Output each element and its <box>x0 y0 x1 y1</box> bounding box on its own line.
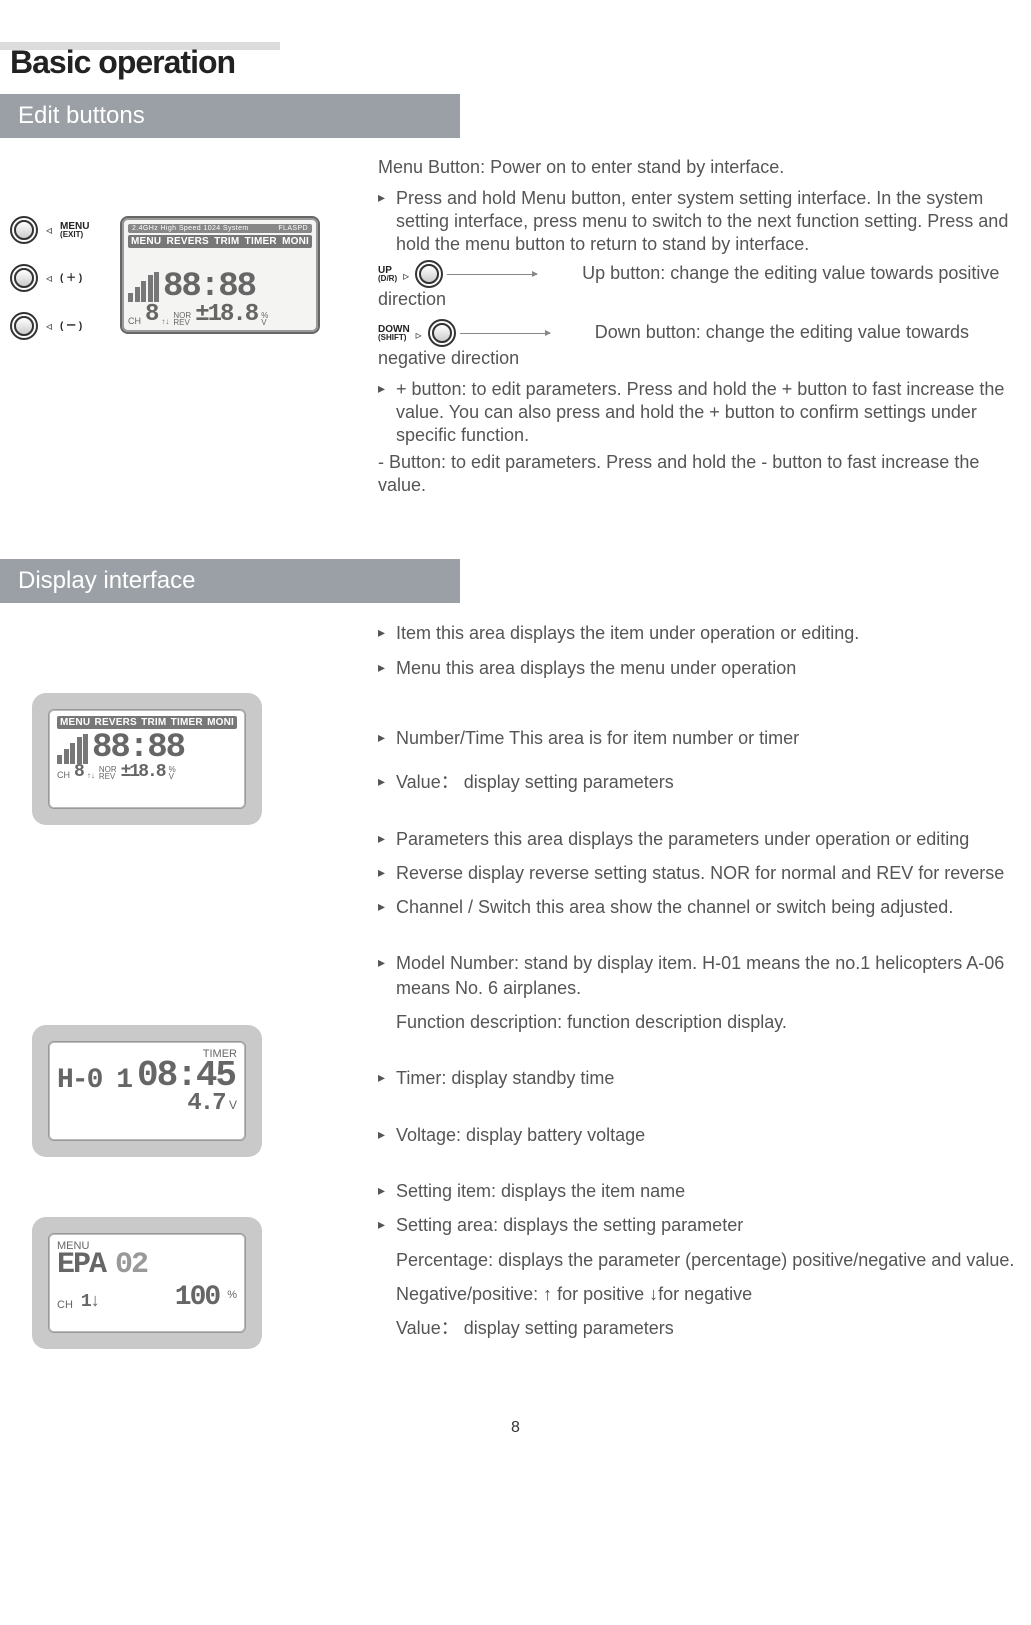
lcd2-volt: 4.7 <box>187 1090 224 1117</box>
lcd1-value: ±18.8 <box>121 764 165 780</box>
signal-bars-icon <box>128 272 159 302</box>
menu-dial-label: MENU (EXIT) <box>60 222 89 238</box>
lcd-ch-digit: 8 <box>145 304 157 326</box>
lcd1-big-time: 88:88 <box>92 733 184 764</box>
lcd-nor-rev: NOR REV <box>173 312 191 326</box>
disp-percentage: Percentage: displays the parameter (perc… <box>378 1248 1021 1272</box>
up-button-row: UP (D/R) Up button: change the editing v… <box>378 260 1021 311</box>
lcd3-num: 02 <box>115 1252 147 1279</box>
dial-stack: MENU (EXIT) ( ＋ ) ( ー ) <box>10 216 89 340</box>
disp-reverse: Reverse display reverse setting status. … <box>378 861 1021 885</box>
disp-channel: Channel / Switch this area show the chan… <box>378 895 1021 919</box>
arrow-line-icon <box>447 274 537 275</box>
lcd-panel: 2.4GHz High Speed 1024 System FLASPD MEN… <box>120 216 320 334</box>
down-label: DOWN (SHIFT) <box>378 325 410 341</box>
lcd1-pct-v: % V <box>169 766 176 780</box>
chevron-left-icon <box>44 221 54 239</box>
lcd3-value: 100 <box>175 1285 219 1310</box>
plus-dial-label: ( ＋ ) <box>60 274 82 283</box>
minus-button-text: - Button: to edit parameters. Press and … <box>378 451 1021 497</box>
page-title: Basic operation <box>10 44 235 81</box>
disp-parameters: Parameters this area displays the parame… <box>378 827 1021 851</box>
up-dial-icon[interactable] <box>415 260 443 288</box>
arrows-updown-icon: ↑↓ <box>87 771 95 780</box>
lcd2-v: V <box>229 1098 237 1112</box>
page-number: 8 <box>0 1419 1031 1437</box>
lcd2-time: 08:45 <box>137 1060 235 1092</box>
lcd3-pct: % <box>227 1289 237 1301</box>
menu-button-line: Menu Button: Power on to enter stand by … <box>378 156 1021 179</box>
lcd-ch-label: CH <box>128 316 141 326</box>
disp-number-time: Number/Time This area is for item number… <box>378 726 1021 750</box>
down-dial-icon[interactable] <box>428 319 456 347</box>
lcd-topbar-right: FLASPD <box>278 225 308 232</box>
disp-menu: Menu this area displays the menu under o… <box>378 656 1021 680</box>
disp-neg-pos: Negative/positive: ↑ for positive ↓for n… <box>378 1282 1021 1306</box>
lcd3-item: EPA <box>57 1252 105 1279</box>
section-heading-edit-buttons: Edit buttons <box>0 94 460 138</box>
lcd3-ch-arrow: 1↓ <box>81 1294 99 1310</box>
menu-button-para: Press and hold Menu button, enter system… <box>378 187 1021 256</box>
section-heading-display-interface: Display interface <box>0 559 460 603</box>
lcd-big-time: 88:88 <box>163 272 255 303</box>
edit-buttons-figure: MENU (EXIT) ( ＋ ) ( ー ) 2.4 <box>10 156 360 386</box>
lcd-value: ±18.8 <box>195 304 257 326</box>
chevron-right-icon <box>414 322 424 345</box>
arrow-line-icon <box>460 333 550 334</box>
chevron-left-icon <box>44 269 54 287</box>
lcd-frame-1: MENU REVERS TRIM TIMER MONI 88:88 CH 8 ↑… <box>32 693 262 825</box>
disp-function-desc: Function description: function descripti… <box>378 1010 1021 1034</box>
lcd-menu-row: MENU REVERS TRIM TIMER MONI <box>128 235 312 248</box>
lcd-topbar-left: 2.4GHz High Speed 1024 System <box>132 225 249 232</box>
disp-voltage: Voltage: display battery voltage <box>378 1123 1021 1147</box>
lcd1-ch-digit: 8 <box>74 764 83 780</box>
disp-value-2: Value： display setting parameters <box>378 1316 1021 1340</box>
plus-dial-icon[interactable] <box>10 264 38 292</box>
lcd3-ch-label: CH <box>57 1299 73 1311</box>
lcd-pct-v: % V <box>261 312 268 326</box>
lcd2-model: H-0 1 <box>57 1068 131 1093</box>
disp-item: Item this area displays the item under o… <box>378 621 1021 645</box>
minus-dial-icon[interactable] <box>10 312 38 340</box>
down-button-row: DOWN (SHIFT) Down button: change the edi… <box>378 319 1021 370</box>
lcd-frame-3: MENU EPA 02 CH 1↓ 100 % <box>32 1217 262 1349</box>
up-label: UP (D/R) <box>378 266 397 282</box>
chevron-left-icon <box>44 317 54 335</box>
signal-bars-icon <box>57 734 88 764</box>
chevron-right-icon <box>401 263 411 286</box>
display-figures-column: MENU REVERS TRIM TIMER MONI 88:88 CH 8 ↑… <box>8 621 378 1379</box>
arrows-updown-icon: ↑↓ <box>161 317 169 326</box>
menu-dial-icon[interactable] <box>10 216 38 244</box>
disp-value-1: Value： display setting parameters <box>378 770 1021 794</box>
plus-button-text: + button: to edit parameters. Press and … <box>378 378 1021 447</box>
lcd1-nor-rev: NOR REV <box>99 766 117 780</box>
disp-setting-area: Setting area: displays the setting param… <box>378 1213 1021 1237</box>
minus-dial-label: ( ー ) <box>60 322 82 331</box>
disp-model-number: Model Number: stand by display item. H-0… <box>378 951 1021 1000</box>
disp-setting-item: Setting item: displays the item name <box>378 1179 1021 1203</box>
disp-timer: Timer: display standby time <box>378 1066 1021 1090</box>
lcd1-menu-row: MENU REVERS TRIM TIMER MONI <box>57 716 237 729</box>
lcd1-ch-label: CH <box>57 770 70 780</box>
lcd-frame-2: TIMER H-0 1 08:45 4.7 V <box>32 1025 262 1157</box>
